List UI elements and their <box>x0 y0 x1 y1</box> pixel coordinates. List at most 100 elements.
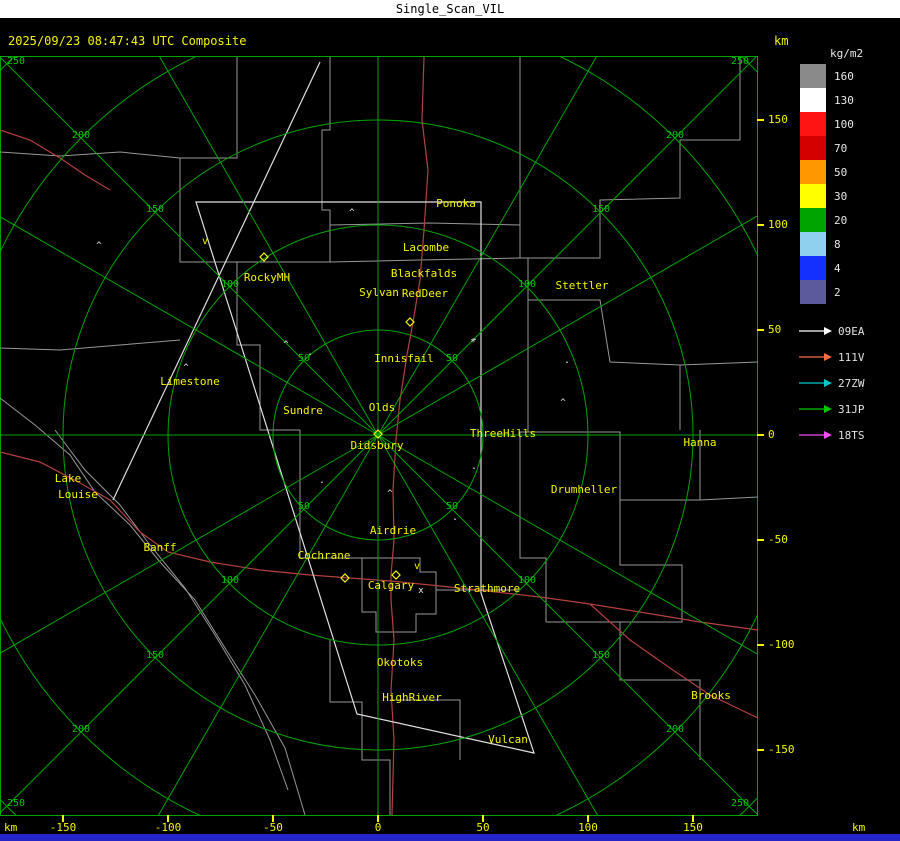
right-axis-tick <box>757 119 764 121</box>
colorbar-row: 30 <box>800 184 854 208</box>
station-row: 18TS <box>798 422 865 448</box>
city-label: Blackfalds <box>391 267 457 280</box>
bottom-axis-label: 50 <box>476 821 490 834</box>
colorbar-row: 20 <box>800 208 854 232</box>
colorbar-row: 50 <box>800 160 854 184</box>
right-axis-label: 50 <box>768 323 782 336</box>
dot-marker: . <box>452 512 458 523</box>
dot-marker: . <box>564 355 570 366</box>
range-ring-label: 200 <box>72 130 90 141</box>
colorbar-value-label: 70 <box>834 141 848 155</box>
radar-display[interactable]: 5050505010010010010015015015015020020020… <box>0 56 758 816</box>
city-label: RedDeer <box>402 287 449 300</box>
down-arrow-marker: v <box>202 236 208 247</box>
axis-unit-bottom-right: km <box>852 821 866 834</box>
caret-marker: ^ <box>387 489 393 499</box>
city-label: Okotoks <box>377 656 423 669</box>
right-axis-label: 150 <box>768 113 788 126</box>
window-title: Single_Scan_VIL <box>395 2 505 16</box>
station-arrow-icon <box>799 431 832 439</box>
station-row: 111V <box>798 344 865 370</box>
city-label: Hanna <box>683 436 716 449</box>
colorbar-value-label: 2 <box>834 285 841 299</box>
axis-unit-top: km <box>774 34 789 48</box>
range-ring-label: 50 <box>298 501 310 512</box>
colorbar: 160 130 100 70 50 30 20 8 4 2 <box>800 64 854 304</box>
range-ring-label: 250 <box>731 798 749 809</box>
right-axis-label: 0 <box>768 428 775 441</box>
range-ring-label: 200 <box>72 724 90 735</box>
city-label: HighRiver <box>382 691 442 704</box>
colorbar-swatch <box>800 160 826 184</box>
range-ring-label: 50 <box>446 501 458 512</box>
colorbar-row: 100 <box>800 112 854 136</box>
colorbar-row: 4 <box>800 256 854 280</box>
city-label: Sundre <box>283 404 323 417</box>
right-axis-tick <box>757 224 764 226</box>
right-axis-tick <box>757 749 764 751</box>
right-axis-tick <box>757 539 764 541</box>
colorbar-swatch <box>800 184 826 208</box>
station-arrow-icon <box>799 327 832 335</box>
range-ring-label: 150 <box>592 650 610 661</box>
range-ring-label: 250 <box>7 798 25 809</box>
range-ring-label: 100 <box>518 279 536 290</box>
colorbar-row: 130 <box>800 88 854 112</box>
down-arrow-marker: v <box>414 561 420 572</box>
colorbar-row: 2 <box>800 280 854 304</box>
city-label: Lake <box>55 472 82 485</box>
station-legend: 09EA 111V 27ZW 31JP 18TS <box>798 318 865 448</box>
axis-unit-bottom-left: km <box>4 821 18 834</box>
range-ring-label: 150 <box>146 204 164 215</box>
range-ring-label: 250 <box>7 56 25 67</box>
dot-marker: . <box>319 475 325 486</box>
caret-marker: ^ <box>283 340 289 350</box>
right-axis-label: -150 <box>768 743 795 756</box>
station-row: 09EA <box>798 318 865 344</box>
colorbar-swatch <box>800 256 826 280</box>
caret-marker: ^ <box>560 398 566 408</box>
station-row: 27ZW <box>798 370 865 396</box>
station-id-label: 27ZW <box>838 376 865 390</box>
colorbar-swatch <box>800 232 826 256</box>
range-ring-label: 100 <box>518 575 536 586</box>
bottom-axis-label: 0 <box>374 821 382 834</box>
scan-timestamp: 2025/09/23 08:47:43 UTC Composite <box>8 34 247 48</box>
city-label: Brooks <box>691 689 731 702</box>
dot-marker: . <box>307 347 313 358</box>
colorbar-value-label: 8 <box>834 237 841 251</box>
station-id-label: 31JP <box>838 402 865 416</box>
bottom-axis-label: -50 <box>263 821 283 834</box>
star-marker: * <box>470 337 476 348</box>
colorbar-value-label: 20 <box>834 213 848 227</box>
colorbar-unit-label: kg/m2 <box>830 47 864 60</box>
city-label: Cochrane <box>298 549 351 562</box>
colorbar-swatch <box>800 64 826 88</box>
colorbar-swatch <box>800 112 826 136</box>
right-axis-label: -50 <box>768 533 788 546</box>
caret-marker: ^ <box>183 363 189 373</box>
range-ring-label: 50 <box>446 353 458 364</box>
city-label: Olds <box>369 401 396 414</box>
window-titlebar: Single_Scan_VIL <box>0 0 900 18</box>
bottom-axis-label: 100 <box>578 821 598 834</box>
range-ring-label: 100 <box>221 575 239 586</box>
station-id-label: 18TS <box>838 428 865 442</box>
city-label: Airdrie <box>370 524 416 537</box>
right-axis-tick <box>757 329 764 331</box>
city-label: Calgary <box>368 579 415 592</box>
city-label: Sylvan <box>359 286 399 299</box>
bottom-axis-label: -150 <box>49 821 77 834</box>
right-axis-tick <box>757 434 764 436</box>
range-ring-label: 150 <box>146 650 164 661</box>
right-axis-label: 100 <box>768 218 788 231</box>
colorbar-row: 8 <box>800 232 854 256</box>
dot-marker: . <box>471 461 477 472</box>
station-arrow-icon <box>799 353 832 361</box>
range-ring-label: 200 <box>666 724 684 735</box>
city-label: Lacombe <box>403 241 449 254</box>
city-label: ThreeHills <box>470 427 536 440</box>
city-label: RockyMH <box>244 271 290 284</box>
site-marker-diamond <box>391 570 401 580</box>
right-axis-tick <box>757 644 764 646</box>
